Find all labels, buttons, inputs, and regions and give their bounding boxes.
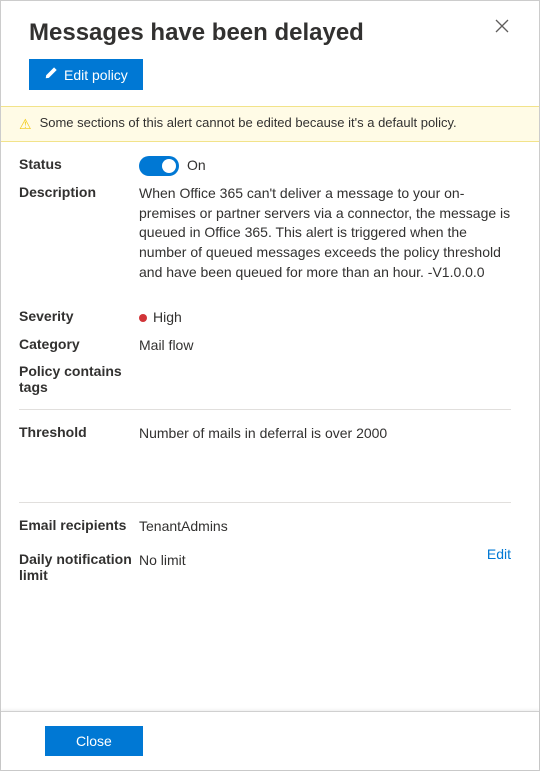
email-recipients-label: Email recipients: [19, 517, 139, 533]
threshold-label: Threshold: [19, 424, 139, 440]
severity-dot-icon: [139, 314, 147, 322]
daily-limit-label: Daily notification limit: [19, 551, 139, 583]
divider: [19, 502, 511, 503]
email-recipients-row: Email recipients TenantAdmins: [19, 517, 467, 537]
close-button-label: Close: [76, 733, 112, 749]
status-text: On: [187, 156, 206, 176]
page-title: Messages have been delayed: [29, 19, 364, 47]
category-label: Category: [19, 336, 139, 352]
alert-details-panel: Messages have been delayed Edit policy ⚠…: [1, 1, 539, 770]
category-value: Mail flow: [139, 336, 511, 356]
close-button[interactable]: Close: [45, 726, 143, 756]
severity-row: Severity High: [19, 308, 511, 328]
email-recipients-value: TenantAdmins: [139, 517, 467, 537]
status-label: Status: [19, 156, 139, 172]
toolbar: Edit policy: [1, 59, 539, 106]
panel-footer: Close: [1, 711, 539, 770]
warning-icon: ⚠: [19, 115, 32, 133]
threshold-value: Number of mails in deferral is over 2000: [139, 424, 511, 444]
edit-policy-label: Edit policy: [64, 67, 128, 83]
warning-bar: ⚠ Some sections of this alert cannot be …: [1, 106, 539, 142]
edit-recipients-link[interactable]: Edit: [467, 546, 511, 562]
description-label: Description: [19, 184, 139, 200]
status-row: Status On: [19, 156, 511, 176]
divider: [19, 409, 511, 410]
severity-value: High: [153, 309, 182, 325]
threshold-row: Threshold Number of mails in deferral is…: [19, 424, 511, 444]
description-value: When Office 365 can't deliver a message …: [139, 184, 511, 282]
description-row: Description When Office 365 can't delive…: [19, 184, 511, 282]
status-value-wrap: On: [139, 156, 511, 176]
recipients-section: Email recipients TenantAdmins Daily noti…: [19, 517, 511, 591]
severity-label: Severity: [19, 308, 139, 324]
category-row: Category Mail flow: [19, 336, 511, 356]
tags-label: Policy contains tags: [19, 363, 139, 395]
panel-header: Messages have been delayed: [1, 1, 539, 59]
daily-limit-value: No limit: [139, 551, 467, 571]
severity-value-wrap: High: [139, 308, 511, 328]
warning-text: Some sections of this alert cannot be ed…: [40, 115, 457, 130]
close-icon[interactable]: [493, 19, 511, 36]
tags-row: Policy contains tags: [19, 363, 511, 395]
content-area: Status On Description When Office 365 ca…: [1, 142, 539, 711]
pencil-icon: [44, 66, 58, 83]
edit-policy-button[interactable]: Edit policy: [29, 59, 143, 90]
daily-limit-row: Daily notification limit No limit: [19, 551, 467, 583]
status-toggle[interactable]: [139, 156, 179, 176]
